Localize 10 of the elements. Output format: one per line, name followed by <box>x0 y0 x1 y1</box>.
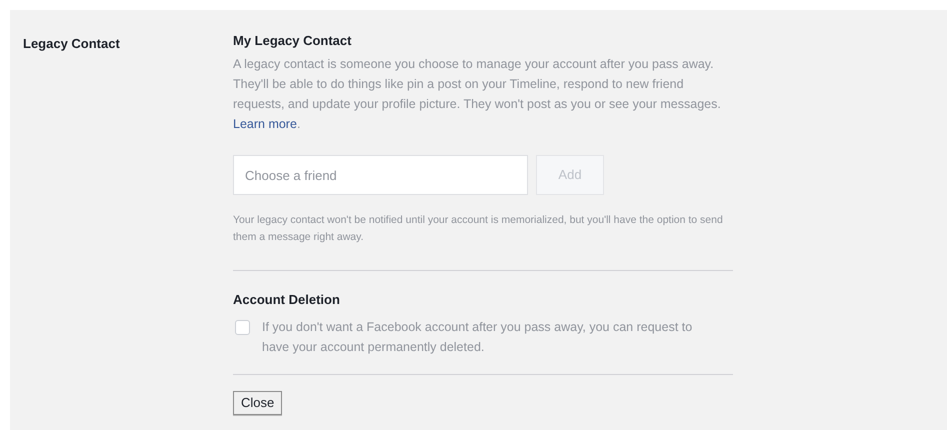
checkbox-label: If you don't want a Facebook account after you pass away, you can request to have your account permanently deleted. <box>262 319 694 356</box>
section-heading: Account Deletion <box>233 291 341 309</box>
friend-input-field[interactable]: Choose a friend <box>233 155 528 195</box>
checkbox[interactable] <box>235 320 250 335</box>
close-button[interactable]: Close <box>233 391 282 415</box>
learn-more-link[interactable]: Learn more <box>233 117 297 131</box>
section-heading: My Legacy Contact <box>233 32 352 50</box>
description-paragraph: A legacy contact is someone you choose to manage your account after you pass away. They'll be able to do things like pin a post on your Timeline, respond to new friend requests, and update your profile picture. They won't post as you or see your messages. Learn more. <box>233 56 722 133</box>
section-label: Legacy Contact <box>23 36 120 51</box>
note-text: Your legacy contact won't be notified until your account is memorialized, but you'll have the option to send them a message right away. <box>233 213 724 245</box>
